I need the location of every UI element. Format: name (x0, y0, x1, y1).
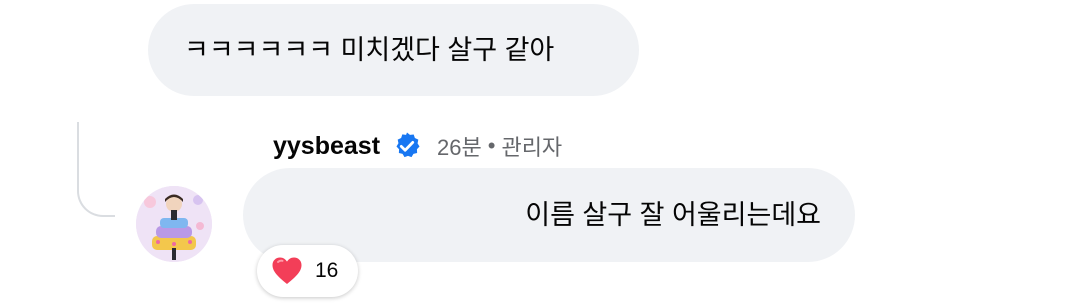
meta-separator: • (487, 133, 496, 158)
parent-comment-bubble: ㅋㅋㅋㅋㅋㅋ 미치겠다 살구 같아 (148, 4, 639, 96)
verified-badge-icon (392, 131, 422, 161)
reaction-count: 16 (315, 259, 339, 282)
thread-connector-line (77, 122, 115, 217)
reply-author-avatar[interactable] (136, 186, 212, 262)
reply-author-name[interactable]: yysbeast (273, 132, 380, 161)
reaction-pill[interactable]: 16 (257, 245, 358, 297)
heart-icon (271, 256, 303, 286)
reply-timestamp[interactable]: 26분 (437, 130, 482, 162)
reply-author-role: 관리자 (501, 135, 563, 160)
reply-comment-text: 이름 살구 잘 어울리는데요 (525, 200, 821, 230)
reply-header: yysbeast 26분 • 관리자 (273, 128, 562, 164)
parent-comment-text: ㅋㅋㅋㅋㅋㅋ 미치겠다 살구 같아 (184, 35, 555, 65)
